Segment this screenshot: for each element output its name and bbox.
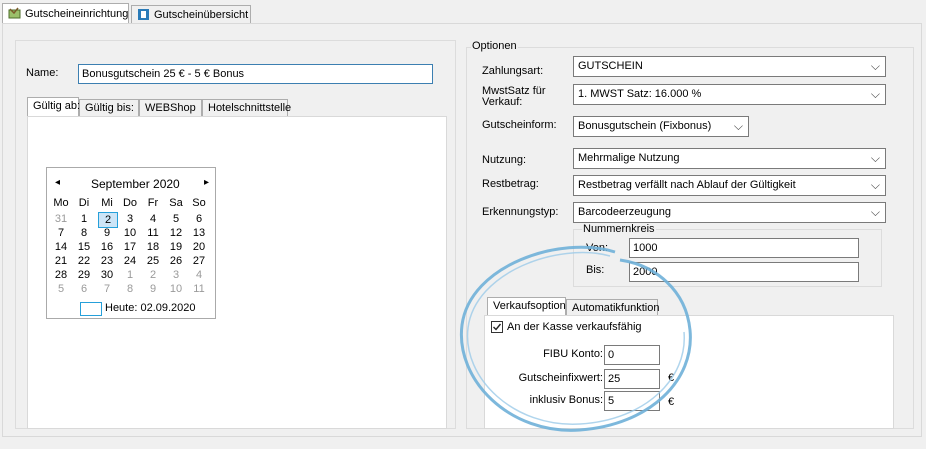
prev-month-icon[interactable]: ◂ xyxy=(55,177,60,188)
calendar-day[interactable]: 20 xyxy=(188,241,210,253)
gutscheinform-label: Gutscheinform: xyxy=(482,119,557,131)
tab-label: Gutscheineinrichtung xyxy=(25,7,129,20)
calendar[interactable]: ◂ September 2020 ▸ Mo Di Mi Do Fr Sa So … xyxy=(46,167,216,319)
calendar-day[interactable]: 4 xyxy=(142,213,164,225)
calendar-day[interactable]: 31 xyxy=(50,213,72,225)
calendar-month[interactable]: September 2020 xyxy=(91,177,180,191)
calendar-day[interactable]: 6 xyxy=(188,213,210,225)
tab-gutscheinuebersicht[interactable]: Gutscheinübersicht xyxy=(131,5,251,23)
calendar-day[interactable]: 24 xyxy=(119,255,141,267)
calendar-day[interactable]: 26 xyxy=(165,255,187,267)
weekday-label: Mi xyxy=(101,197,113,209)
calendar-day[interactable]: 4 xyxy=(188,269,210,281)
calendar-day[interactable]: 25 xyxy=(142,255,164,267)
nutzung-select[interactable]: Mehrmalige Nutzung ⌵ xyxy=(573,148,886,169)
tab-hotelschnittstelle[interactable]: Hotelschnittstelle xyxy=(202,99,291,117)
weekday-label: Fr xyxy=(147,197,159,209)
calendar-day[interactable]: 28 xyxy=(50,269,72,281)
calendar-day[interactable]: 13 xyxy=(188,227,210,239)
calendar-day[interactable]: 2 xyxy=(142,269,164,281)
restbetrag-select[interactable]: Restbetrag verfällt nach Ablauf der Gült… xyxy=(573,175,886,196)
calendar-day[interactable]: 11 xyxy=(142,227,164,239)
calendar-day[interactable]: 22 xyxy=(73,255,95,267)
calendar-day[interactable]: 9 xyxy=(96,227,118,239)
calendar-day[interactable]: 7 xyxy=(96,283,118,295)
calendar-day[interactable]: 21 xyxy=(50,255,72,267)
weekday-label: So xyxy=(192,197,206,209)
calendar-day[interactable]: 30 xyxy=(96,269,118,281)
tab-gueltig-bis[interactable]: Gültig bis: xyxy=(79,99,139,117)
calendar-day[interactable]: 8 xyxy=(73,227,95,239)
highlight-circle-annotation xyxy=(459,245,692,432)
calendar-day[interactable]: 29 xyxy=(73,269,95,281)
weekday-label: Do xyxy=(122,197,138,209)
tab-label: Gutscheinübersicht xyxy=(154,8,249,21)
gutscheinform-select[interactable]: Bonusgutschein (Fixbonus) ⌵ xyxy=(573,116,749,137)
calendar-day[interactable]: 11 xyxy=(188,283,210,295)
chevron-down-icon: ⌵ xyxy=(870,151,880,165)
calendar-day[interactable]: 1 xyxy=(119,269,141,281)
calendar-day[interactable]: 12 xyxy=(165,227,187,239)
calendar-day[interactable]: 9 xyxy=(142,283,164,295)
calendar-day[interactable]: 14 xyxy=(50,241,72,253)
voucher-overview-icon xyxy=(137,8,150,21)
zahlungsart-select[interactable]: GUTSCHEIN ⌵ xyxy=(573,56,886,77)
weekday-label: Di xyxy=(78,197,90,209)
zahlungsart-label: Zahlungsart: xyxy=(482,65,544,77)
tab-webshop[interactable]: WEBShop xyxy=(139,99,202,117)
options-group-title: Optionen xyxy=(471,40,518,52)
tab-gueltig-ab[interactable]: Gültig ab: xyxy=(27,97,80,117)
calendar-day[interactable]: 17 xyxy=(119,241,141,253)
today-link[interactable]: Heute: 02.09.2020 xyxy=(105,302,196,314)
restbetrag-value: Restbetrag verfällt nach Ablauf der Gült… xyxy=(578,179,796,191)
tab-gutscheineinrichtung[interactable]: Gutscheineinrichtung xyxy=(2,3,129,23)
weekday-label: Mo xyxy=(53,197,69,209)
erkennungstyp-label: Erkennungstyp: xyxy=(482,206,559,218)
chevron-down-icon: ⌵ xyxy=(870,87,880,101)
chevron-down-icon: ⌵ xyxy=(870,205,880,219)
nummernkreis-title: Nummernkreis xyxy=(582,223,656,235)
calendar-day[interactable]: 15 xyxy=(73,241,95,253)
weekday-label: Sa xyxy=(169,197,183,209)
calendar-day[interactable]: 5 xyxy=(165,213,187,225)
mwst-label-2: Verkauf: xyxy=(482,96,523,108)
erkennungstyp-value: Barcodeerzeugung xyxy=(578,206,671,218)
nutzung-label: Nutzung: xyxy=(482,154,527,166)
voucher-setup-icon xyxy=(8,7,21,20)
erkennungstyp-select[interactable]: Barcodeerzeugung ⌵ xyxy=(573,202,886,223)
restbetrag-label: Restbetrag: xyxy=(482,178,539,190)
mwst-value: 1. MWST Satz: 16.000 % xyxy=(578,88,702,100)
calendar-day[interactable]: 18 xyxy=(142,241,164,253)
calendar-day[interactable]: 27 xyxy=(188,255,210,267)
calendar-day[interactable]: 16 xyxy=(96,241,118,253)
calendar-day[interactable]: 6 xyxy=(73,283,95,295)
calendar-day[interactable]: 10 xyxy=(119,227,141,239)
zahlungsart-value: GUTSCHEIN xyxy=(578,60,643,72)
mwst-select[interactable]: 1. MWST Satz: 16.000 % ⌵ xyxy=(573,84,886,105)
calendar-day[interactable]: 7 xyxy=(50,227,72,239)
name-label: Name: xyxy=(26,67,59,79)
calendar-day[interactable]: 5 xyxy=(50,283,72,295)
nutzung-value: Mehrmalige Nutzung xyxy=(578,152,680,164)
gutscheinform-value: Bonusgutschein (Fixbonus) xyxy=(578,120,712,132)
calendar-day[interactable]: 8 xyxy=(119,283,141,295)
calendar-day[interactable]: 3 xyxy=(119,213,141,225)
calendar-day[interactable]: 10 xyxy=(165,283,187,295)
calendar-day-selected[interactable]: 2 xyxy=(98,212,118,228)
calendar-day[interactable]: 1 xyxy=(73,213,95,225)
calendar-day[interactable]: 19 xyxy=(165,241,187,253)
name-field[interactable]: Bonusgutschein 25 € - 5 € Bonus xyxy=(78,64,433,84)
next-month-icon[interactable]: ▸ xyxy=(204,177,209,188)
chevron-down-icon: ⌵ xyxy=(733,119,743,133)
chevron-down-icon: ⌵ xyxy=(870,59,880,73)
today-marker-icon xyxy=(80,302,102,316)
chevron-down-icon: ⌵ xyxy=(870,178,880,192)
calendar-day[interactable]: 3 xyxy=(165,269,187,281)
calendar-day[interactable]: 23 xyxy=(96,255,118,267)
